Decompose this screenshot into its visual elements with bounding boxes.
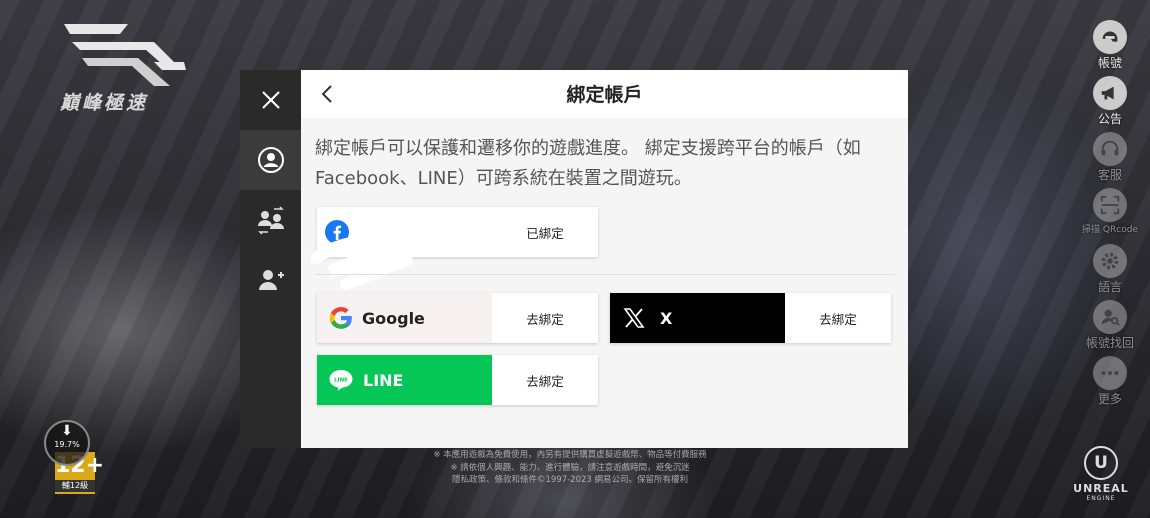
google-bind-button[interactable]: Google 去綁定 bbox=[317, 293, 598, 343]
dialog-description: 綁定帳戶可以保護和遷移你的遊戲進度。 綁定支援跨平台的帳戶（如 Facebook… bbox=[315, 138, 861, 189]
unreal-icon: U bbox=[1084, 446, 1118, 480]
dialog-sidebar bbox=[240, 70, 301, 448]
download-icon: ⬇ bbox=[61, 423, 73, 439]
x-logo-icon bbox=[623, 308, 645, 328]
bind-account-dialog: 綁定帳戶 綁定帳戶可以保護和遷移你的遊戲進度。 綁定支援跨平台的帳戶（如 Fac… bbox=[301, 70, 908, 448]
legal-footer: ※ 本應用遊戲為免費使用，內另有提供購買虛擬遊戲幣、物品等付費服務 ※ 請依個人… bbox=[433, 450, 707, 485]
svg-text:LINE: LINE bbox=[334, 378, 348, 384]
sidebar-item-add-account[interactable] bbox=[240, 250, 301, 310]
switch-account-icon bbox=[257, 206, 284, 235]
sidebar-item-switch-account[interactable] bbox=[240, 190, 301, 250]
google-icon bbox=[329, 306, 352, 329]
gear-icon bbox=[1093, 244, 1127, 278]
section-divider bbox=[315, 274, 895, 275]
right-menu-account-recovery[interactable]: 帳號找回 bbox=[1070, 300, 1150, 351]
helmet-icon bbox=[1093, 20, 1127, 54]
headset-icon bbox=[1093, 132, 1127, 166]
account-search-icon bbox=[1093, 300, 1127, 334]
game-logo-text: 巔峰極速 bbox=[60, 92, 149, 114]
sidebar-item-account[interactable] bbox=[240, 130, 301, 190]
add-account-icon bbox=[258, 270, 284, 290]
close-icon bbox=[261, 91, 280, 109]
right-menu-announcement[interactable]: 公告 bbox=[1070, 76, 1150, 127]
back-button[interactable] bbox=[315, 80, 339, 108]
right-menu-language[interactable]: 語言 bbox=[1070, 244, 1150, 295]
right-menu-more[interactable]: 更多 bbox=[1070, 356, 1150, 407]
right-menu-qrcode[interactable]: 掃描 QRcode bbox=[1070, 188, 1150, 235]
dialog-title: 綁定帳戶 bbox=[566, 84, 643, 106]
redaction-scribble bbox=[311, 234, 421, 290]
close-button[interactable] bbox=[240, 70, 301, 130]
download-progress[interactable]: ⬇ 19.7% bbox=[44, 420, 90, 466]
right-menu-account[interactable]: 帳號 bbox=[1070, 20, 1150, 71]
line-icon: LINE bbox=[329, 370, 353, 391]
account-icon bbox=[257, 147, 284, 173]
dialog-header: 綁定帳戶 bbox=[301, 70, 908, 118]
qr-scan-icon bbox=[1093, 188, 1127, 222]
right-menu-support[interactable]: 客服 bbox=[1070, 132, 1150, 183]
unreal-engine-logo: U UNREAL ENGINE bbox=[1066, 446, 1136, 502]
megaphone-icon bbox=[1093, 76, 1127, 110]
back-icon bbox=[321, 85, 332, 103]
bound-status: 已綁定 bbox=[526, 225, 564, 241]
x-bind-button[interactable]: X 去綁定 bbox=[610, 293, 891, 343]
line-bind-button[interactable]: LINE LINE 去綁定 bbox=[317, 355, 598, 405]
more-icon bbox=[1093, 356, 1127, 390]
